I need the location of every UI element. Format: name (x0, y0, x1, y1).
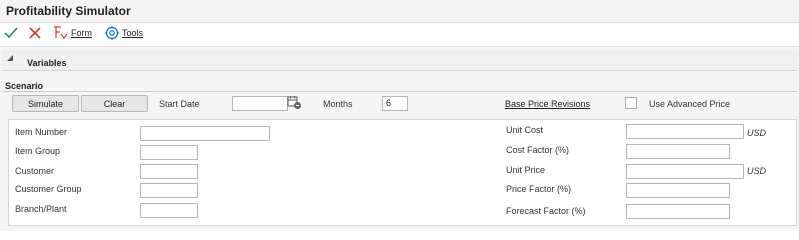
variables-label: Variables (27, 58, 67, 68)
form-menu[interactable]: Form (71, 28, 92, 38)
item-group-input[interactable] (140, 145, 198, 160)
item-number-label: Item Number (15, 127, 68, 137)
variables-header[interactable] (2, 50, 797, 71)
price-factor-value (627, 185, 630, 195)
customer-group-input[interactable] (140, 183, 198, 198)
clear-button[interactable]: Clear (81, 95, 148, 112)
branch-plant-value (141, 205, 144, 215)
start-date-value (233, 98, 236, 108)
base-price-revisions-link[interactable]: Base Price Revisions (505, 99, 590, 109)
forecast-factor-input[interactable] (626, 204, 730, 219)
price-factor-label: Price Factor (%) (506, 184, 572, 194)
item-group-label: Item Group (15, 146, 61, 156)
unit-price-label: Unit Price (506, 165, 546, 175)
unit-cost-label: Unit Cost (506, 125, 544, 135)
unit-cost-input[interactable] (626, 124, 744, 139)
cost-factor-label: Cost Factor (%) (506, 145, 570, 155)
customer-value (141, 166, 144, 176)
cost-factor-input[interactable] (626, 144, 730, 159)
forecast-factor-value (627, 206, 630, 216)
cancel-x-icon[interactable] (27, 25, 43, 41)
use-advanced-price-label: Use Advanced Price (649, 99, 731, 109)
unit-cost-currency: USD (747, 128, 767, 138)
tools-gear-icon (105, 26, 119, 40)
customer-label: Customer (15, 166, 55, 176)
collapse-triangle-icon[interactable] (7, 55, 13, 61)
form-menu-label: Form (71, 28, 92, 38)
months-label: Months (323, 99, 353, 109)
tools-menu-label: Tools (122, 28, 144, 38)
branch-plant-input[interactable] (140, 203, 198, 218)
page-title: Profitability Simulator (6, 4, 131, 18)
customer-group-label: Customer Group (15, 184, 82, 194)
unit-price-input[interactable] (626, 164, 744, 179)
months-value: 6 (386, 98, 392, 108)
use-advanced-price-checkbox[interactable] (625, 97, 637, 109)
cost-factor-value (627, 146, 630, 156)
start-date-label: Start Date (159, 99, 200, 109)
item-number-value (141, 128, 144, 138)
form-menu-icon (54, 26, 68, 39)
simulate-button[interactable]: Simulate (12, 95, 79, 112)
customer-input[interactable] (140, 164, 198, 179)
item-group-value (141, 147, 144, 157)
unit-price-value (627, 166, 630, 176)
ok-check-icon[interactable] (3, 25, 19, 41)
scenario-label: Scenario (5, 81, 44, 91)
scenario-divider (3, 91, 797, 92)
tools-menu[interactable]: Tools (122, 28, 143, 38)
customer-group-value (141, 185, 144, 195)
branch-plant-label: Branch/Plant (15, 204, 67, 214)
unit-cost-value (627, 126, 630, 136)
calendar-icon[interactable] (287, 95, 302, 110)
start-date-input[interactable] (232, 96, 288, 111)
forecast-factor-label: Forecast Factor (%) (506, 206, 586, 216)
months-input[interactable]: 6 (382, 96, 408, 111)
unit-price-currency: USD (747, 166, 767, 176)
item-number-input[interactable] (140, 126, 270, 141)
price-factor-input[interactable] (626, 183, 730, 198)
